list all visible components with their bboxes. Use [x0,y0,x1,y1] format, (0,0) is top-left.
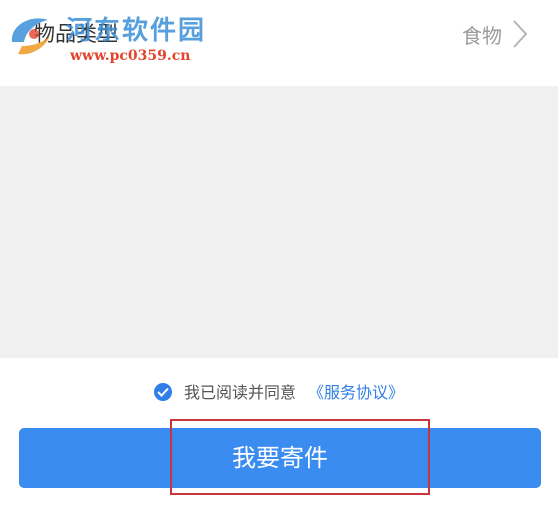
agreement-text: 我已阅读并同意 [183,383,296,402]
service-agreement-link[interactable]: 《服务协议》 [308,383,404,402]
page: 物品类型 食物 河东软件园 www.pc0359.cn 我已阅读并同意 《服务协议… [0,0,558,517]
empty-content-area [0,86,558,358]
item-type-value: 食物 [462,24,502,48]
item-type-label: 物品类型 [34,22,118,46]
chevron-right-icon [513,20,528,48]
send-package-button[interactable]: 我要寄件 [19,428,541,488]
agreement-row: 我已阅读并同意 《服务协议》 [0,378,558,408]
check-circle-icon[interactable] [153,382,172,401]
item-type-row[interactable]: 物品类型 食物 [0,0,558,80]
